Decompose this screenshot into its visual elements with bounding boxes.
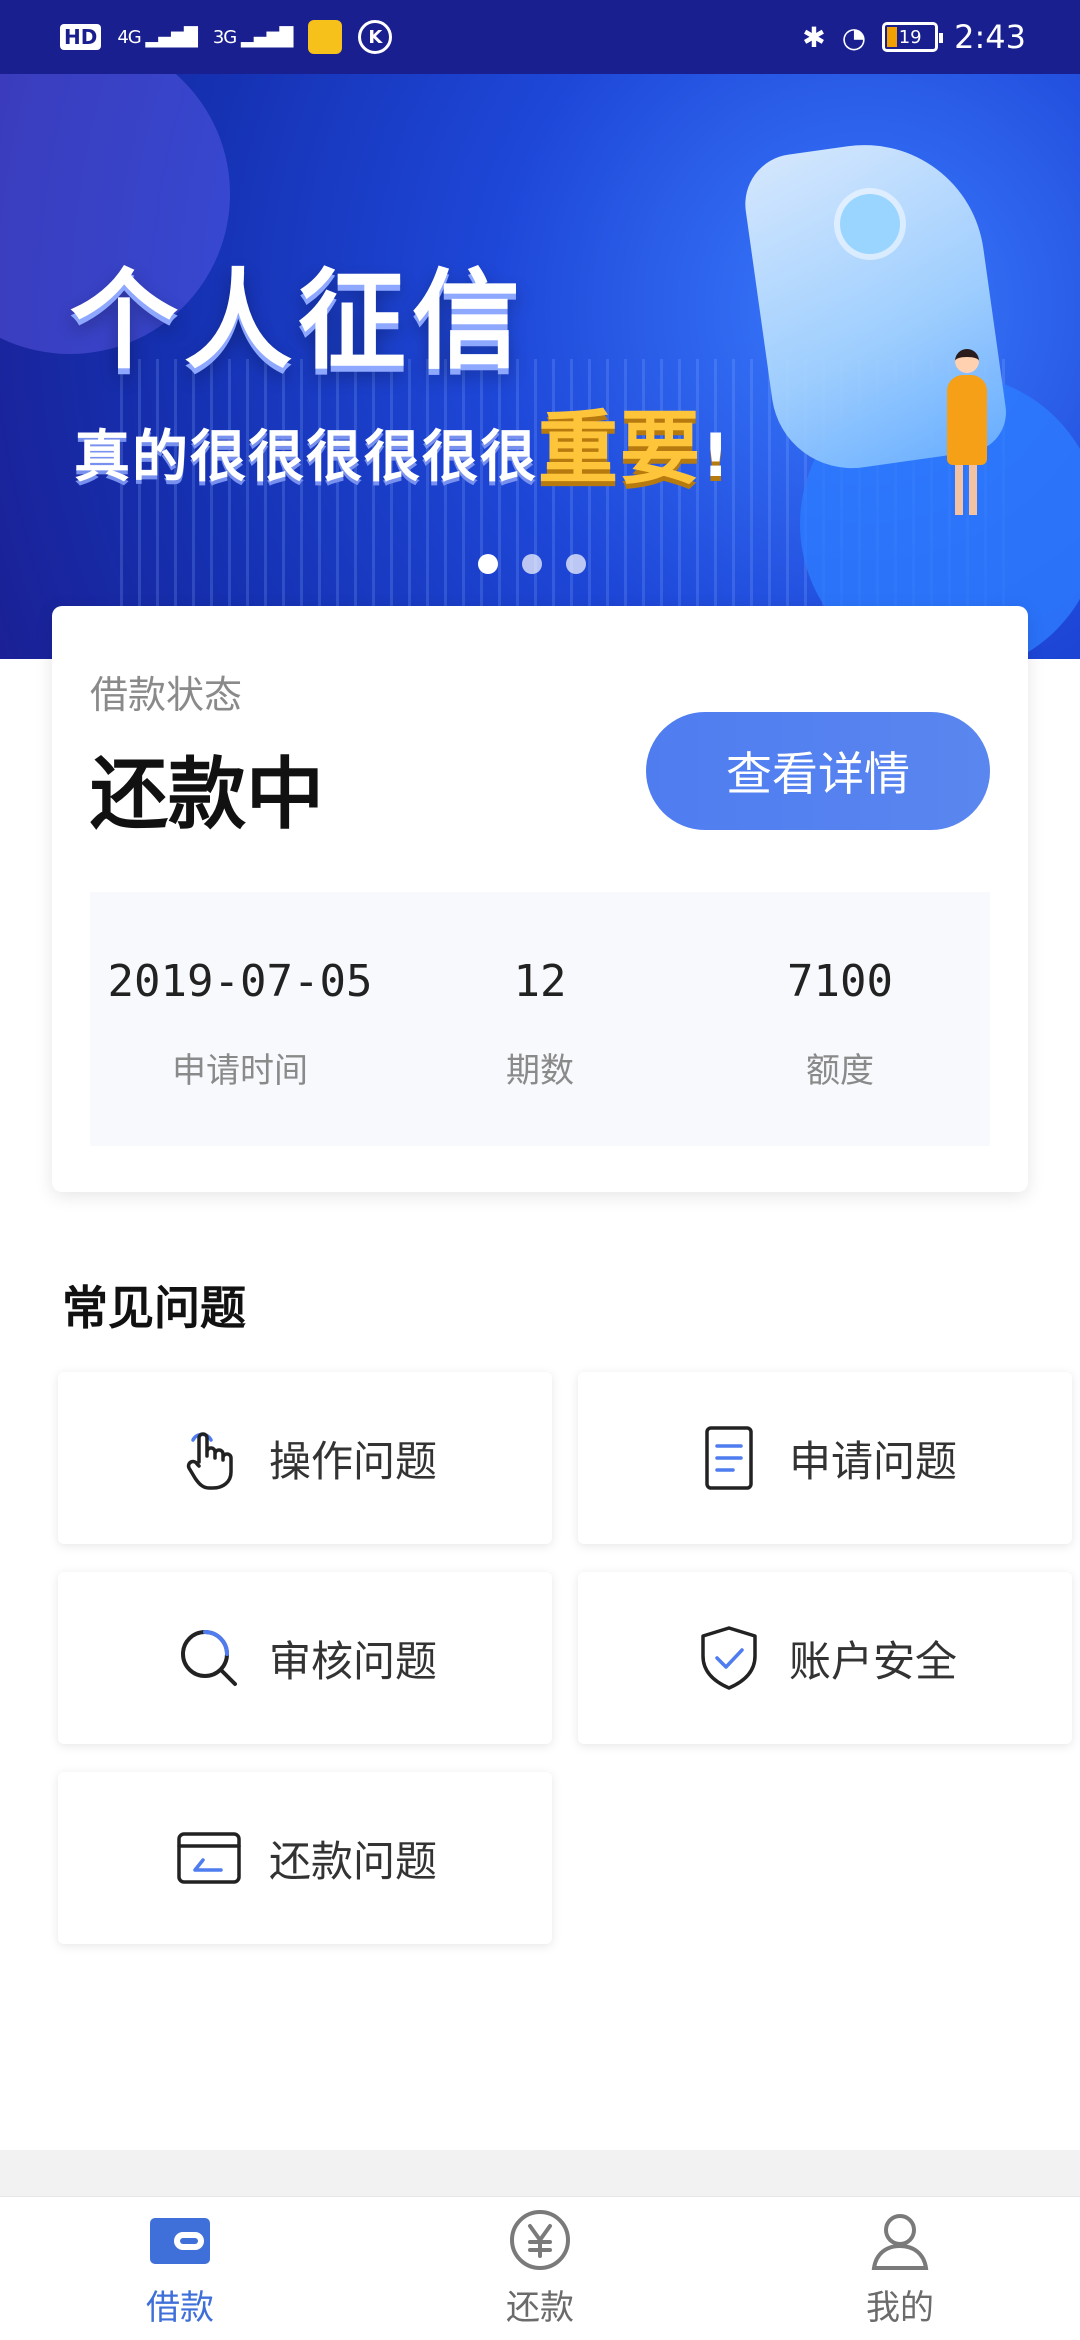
carousel-dot[interactable] (522, 554, 542, 574)
tab-repay[interactable]: 还款 (360, 2197, 720, 2340)
tab-label: 我的 (866, 2288, 934, 2328)
banner-title: 个人征信 (70, 259, 527, 384)
wallet-icon (148, 2208, 212, 2272)
battery-icon: 19 (882, 22, 944, 52)
stat-value: 2019-07-05 (107, 956, 373, 1007)
banner-subtitle-text: 真的很很很很很很 (74, 425, 538, 490)
banner-exclaim: ! (702, 421, 732, 491)
stat-label: 额度 (806, 1051, 874, 1091)
signal-4g-icon: 4G ▂▄▆█ (117, 26, 197, 48)
faq-title: 常见问题 (62, 1281, 246, 1335)
yen-circle-icon (508, 2208, 572, 2272)
bottom-tab-bar: 借款 还款 我的 (0, 2196, 1080, 2340)
signal-3g-icon: 3G ▂▄▆█ (212, 26, 293, 48)
person-illustration (945, 349, 987, 519)
stat-value: 7100 (787, 956, 893, 1007)
content-footer-gap (0, 2150, 1080, 2196)
battery-level: 19 (898, 26, 922, 48)
faq-item-label: 账户安全 (788, 1636, 957, 1686)
stat-apply-date: 2019-07-05 申请时间 (90, 892, 390, 1146)
network-3g-label: 3G (212, 26, 237, 48)
faq-item-application[interactable]: 申请问题 (578, 1372, 1072, 1544)
faq-item-label: 还款问题 (268, 1836, 437, 1886)
banner-emphasis: 重要 (538, 402, 702, 495)
bluetooth-icon: ✱ (802, 20, 826, 54)
carousel-dot[interactable] (478, 554, 498, 574)
user-icon (868, 2208, 932, 2272)
stat-label: 申请时间 (172, 1051, 308, 1091)
stat-label: 期数 (506, 1051, 574, 1091)
tap-hand-icon (173, 1422, 245, 1494)
carousel-indicator (478, 554, 586, 574)
app-notification-icon (308, 20, 343, 54)
clock: 2:43 (954, 18, 1026, 56)
banner-subtitle: 真的很很很很很很重要! (74, 384, 731, 500)
stat-value: 12 (513, 956, 567, 1007)
faq-item-repayment[interactable]: 还款问题 (58, 1772, 552, 1944)
seal-illustration (840, 194, 900, 254)
card-icon (173, 1822, 245, 1894)
network-4g-label: 4G (117, 26, 141, 48)
loan-stats: 2019-07-05 申请时间 12 期数 7100 额度 (90, 892, 990, 1146)
faq-item-account-security[interactable]: 账户安全 (578, 1572, 1072, 1744)
status-left: HD 4G ▂▄▆█ 3G ▂▄▆█ K (60, 20, 393, 54)
k-circle-icon: K (358, 20, 393, 54)
loan-status-value: 还款中 (90, 750, 325, 840)
view-details-button[interactable]: 查看详情 (646, 712, 990, 830)
hd-badge: HD (60, 24, 102, 50)
tab-label: 借款 (146, 2288, 214, 2328)
stat-periods: 12 期数 (390, 892, 690, 1146)
search-icon (173, 1622, 245, 1694)
status-bar: HD 4G ▂▄▆█ 3G ▂▄▆█ K ✱ ◔ 19 2:43 (0, 0, 1080, 74)
faq-item-operation[interactable]: 操作问题 (58, 1372, 552, 1544)
tab-label: 还款 (506, 2288, 574, 2328)
faq-item-label: 申请问题 (788, 1436, 957, 1486)
stat-amount: 7100 额度 (690, 892, 990, 1146)
shield-check-icon (693, 1622, 765, 1694)
speedometer-icon: ◔ (841, 20, 867, 54)
loan-status-label: 借款状态 (90, 673, 243, 717)
promo-banner[interactable]: 个人征信 真的很很很很很很重要! (0, 74, 1080, 659)
loan-status-card: 借款状态 还款中 查看详情 2019-07-05 申请时间 12 期数 7100… (52, 606, 1028, 1192)
faq-item-review[interactable]: 审核问题 (58, 1572, 552, 1744)
tab-loan[interactable]: 借款 (0, 2197, 360, 2340)
faq-item-label: 操作问题 (268, 1436, 437, 1486)
status-right: ✱ ◔ 19 2:43 (802, 18, 1026, 56)
document-icon (693, 1422, 765, 1494)
carousel-dot[interactable] (566, 554, 586, 574)
tab-mine[interactable]: 我的 (720, 2197, 1080, 2340)
faq-item-label: 审核问题 (268, 1636, 437, 1686)
